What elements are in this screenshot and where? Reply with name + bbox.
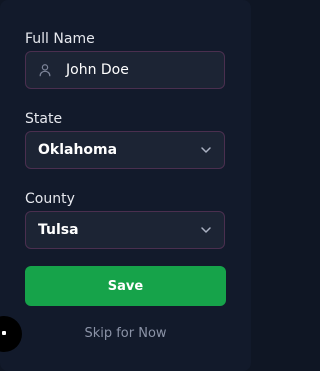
save-button[interactable]: Save	[25, 266, 226, 306]
full-name-label: Full Name	[25, 31, 95, 47]
county-label: County	[25, 191, 75, 207]
skip-for-now-link[interactable]: Skip for Now	[0, 326, 251, 341]
chevron-down-icon	[201, 227, 211, 233]
state-selected-value: Oklahoma	[38, 142, 118, 158]
state-select[interactable]: Oklahoma	[25, 131, 225, 169]
county-select[interactable]: Tulsa	[25, 211, 225, 249]
full-name-value: John Doe	[66, 62, 129, 78]
floating-handle[interactable]	[0, 316, 22, 352]
user-icon	[39, 64, 51, 77]
profile-form-card: Full Name John Doe State Oklahoma County…	[0, 0, 251, 371]
state-label: State	[25, 111, 63, 127]
county-selected-value: Tulsa	[38, 222, 79, 238]
chevron-down-icon	[201, 147, 211, 153]
full-name-input[interactable]: John Doe	[25, 51, 225, 89]
